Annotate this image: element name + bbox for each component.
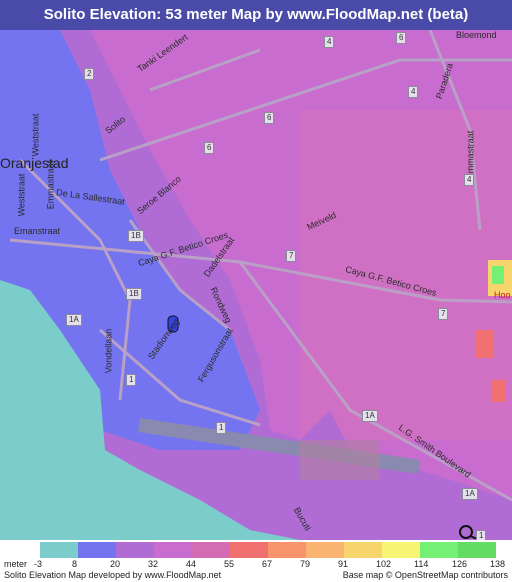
legend-swatch	[230, 542, 268, 558]
elevation-map[interactable]: Oranjestad Tanki Leendert Solito Seroe B…	[0, 30, 512, 540]
elevation-spot-peak	[492, 266, 504, 284]
route-shield: 1	[216, 422, 227, 434]
route-shield: 1	[126, 374, 137, 386]
legend-tick-label: 55	[224, 559, 235, 569]
route-shield: 1A	[362, 410, 378, 422]
street-label: Weststraat	[16, 173, 27, 217]
footer-attribution: Base map © OpenStreetMap contributors	[342, 570, 508, 580]
legend-swatch	[192, 542, 230, 558]
elevation-spot-south	[492, 380, 506, 402]
route-shield: 4	[464, 174, 475, 186]
page-title: Solito Elevation: 53 meter Map by www.Fl…	[0, 0, 512, 30]
legend-tick-label: 67	[262, 559, 273, 569]
legend-swatch	[154, 542, 192, 558]
legend-tick-label: 44	[186, 559, 197, 569]
legend-tick-label: 32	[148, 559, 159, 569]
terminal-area	[300, 440, 380, 480]
route-shield: 7	[286, 250, 297, 262]
legend-tick-label: 8	[72, 559, 78, 569]
legend-tick-label: 102	[376, 559, 392, 569]
legend-tick-label: 91	[338, 559, 349, 569]
footer-credit: Solito Elevation Map developed by www.Fl…	[4, 570, 222, 580]
street-label: Emmastraat	[465, 130, 476, 180]
elevation-spot-east	[476, 330, 494, 358]
legend-tick-label: 114	[414, 559, 429, 569]
street-label: Emmastraat	[45, 160, 56, 210]
route-shield: 1B	[126, 288, 142, 300]
legend-swatches	[40, 542, 496, 558]
legend-swatch	[116, 542, 154, 558]
route-shield: 2	[84, 68, 95, 80]
legend-tick-label: 138	[490, 559, 506, 569]
street-label: Weststraat	[30, 113, 41, 157]
route-shield: 6	[204, 142, 215, 154]
legend-swatch	[40, 542, 78, 558]
street-label: Emanstraat	[14, 226, 61, 236]
city-label: Oranjestad	[0, 155, 69, 171]
route-shield: 4	[408, 86, 419, 98]
legend-swatch	[458, 542, 496, 558]
street-label: Vondellaan	[103, 328, 114, 374]
route-shield: 6	[396, 32, 407, 44]
legend-tick-label: -3	[34, 559, 43, 569]
legend-swatch	[268, 542, 306, 558]
legend-swatch	[306, 542, 344, 558]
legend-swatch	[420, 542, 458, 558]
street-label: Bloemond	[456, 30, 497, 40]
route-shield: 7	[438, 308, 449, 320]
route-shield: 1	[476, 530, 487, 540]
route-shield: 4	[324, 36, 335, 48]
elevation-area-east	[300, 110, 512, 440]
legend-tick-label: 79	[300, 559, 311, 569]
legend-tick-label: 20	[110, 559, 121, 569]
route-shield: 1B	[128, 230, 144, 242]
legend-swatch	[344, 542, 382, 558]
route-shield: 1A	[66, 314, 82, 326]
legend-swatch	[382, 542, 420, 558]
map-canvas	[0, 30, 512, 540]
legend-tick-label: 126	[452, 559, 468, 569]
legend-swatch	[78, 542, 116, 558]
partial-place-label: Hoo	[494, 290, 511, 300]
route-shield: 1A	[462, 488, 478, 500]
route-shield: 6	[264, 112, 275, 124]
